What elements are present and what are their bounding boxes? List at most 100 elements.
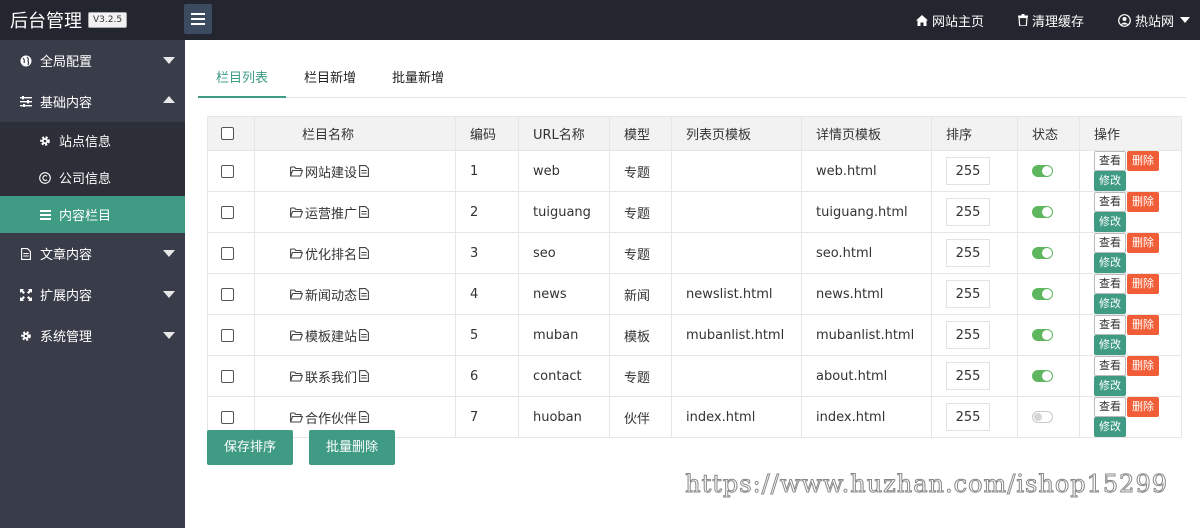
sort-input[interactable] [946,403,990,431]
sidebar-item-article-content[interactable]: 文章内容 [0,233,185,274]
code-cell: 3 [455,232,519,274]
status-toggle[interactable] [1032,370,1053,382]
status-toggle[interactable] [1032,329,1053,341]
edit-button[interactable]: 修改 [1094,417,1126,437]
status-cell [1017,191,1080,233]
row-checkbox-cell [207,273,255,315]
tab-column-list[interactable]: 栏目列表 [198,62,287,98]
status-toggle[interactable] [1032,206,1053,218]
edit-button[interactable]: 修改 [1094,335,1126,355]
edit-button[interactable]: 修改 [1094,212,1126,232]
table-row: 联系我们 6contact专题 about.html 查看删除修改 [207,355,1182,397]
sidebar-item-global-config[interactable]: 全局配置 [0,40,185,81]
clear-cache-link[interactable]: 清理缓存 [1017,11,1084,30]
edit-button[interactable]: 修改 [1094,376,1126,396]
sidebar-item-company-info[interactable]: 公司信息 [0,159,185,196]
view-button[interactable]: 查看 [1094,356,1126,376]
sidebar-item-label: 文章内容 [40,248,93,263]
folder-icon [290,329,303,341]
folder-icon [290,288,303,300]
detail-template-cell: index.html [801,396,932,438]
globe-icon [18,55,34,67]
hamburger-icon [191,13,205,25]
row-checkbox[interactable] [221,369,234,383]
row-checkbox[interactable] [221,328,234,342]
status-toggle[interactable] [1032,288,1053,300]
header-sort: 排序 [931,116,1018,151]
select-all-checkbox[interactable] [221,127,234,140]
edit-button[interactable]: 修改 [1094,294,1126,314]
copyright-icon [38,171,52,184]
detail-template-cell: mubanlist.html [801,314,932,356]
sort-input[interactable] [946,280,990,308]
row-checkbox[interactable] [221,287,234,301]
row-checkbox[interactable] [221,164,234,178]
delete-button[interactable]: 删除 [1127,315,1159,335]
row-checkbox[interactable] [221,410,234,424]
status-cell [1017,355,1080,397]
chevron-up-icon [163,96,175,103]
view-button[interactable]: 查看 [1094,192,1126,212]
model-cell: 专题 [609,191,672,233]
edit-button[interactable]: 修改 [1094,253,1126,273]
column-name: 新闻动态 [305,288,358,304]
row-checkbox[interactable] [221,246,234,260]
column-name-cell: 新闻动态 [254,273,456,315]
row-checkbox[interactable] [221,205,234,219]
view-button[interactable]: 查看 [1094,151,1126,171]
document-icon [359,247,369,259]
url-name-cell: tuiguang [518,191,610,233]
batch-delete-button[interactable]: 批量删除 [309,430,396,465]
sliders-icon [18,96,34,107]
list-template-cell: newslist.html [671,273,802,315]
list-template-cell [671,150,802,192]
tab-batch-add[interactable]: 批量新增 [374,62,462,98]
view-button[interactable]: 查看 [1094,233,1126,253]
column-name: 网站建设 [305,165,358,181]
delete-button[interactable]: 删除 [1127,151,1159,171]
version-badge: V3.2.5 [88,12,128,28]
sort-cell [931,150,1018,192]
home-link[interactable]: 网站主页 [915,11,984,30]
table-row: 优化排名 3seo专题 seo.html 查看删除修改 [207,232,1182,274]
save-sort-button[interactable]: 保存排序 [207,430,294,465]
sidebar-item-label: 全局配置 [40,55,93,70]
row-checkbox-cell [207,232,255,274]
sidebar-item-basic-content[interactable]: 基础内容 [0,81,185,122]
watermark-text: https://www.huzhan.com/ishop15299 [685,470,1168,499]
sort-input[interactable] [946,321,990,349]
sidebar-item-system-management[interactable]: 系统管理 [0,315,185,356]
sort-input[interactable] [946,198,990,226]
edit-button[interactable]: 修改 [1094,171,1126,191]
view-button[interactable]: 查看 [1094,397,1126,417]
status-cell [1017,232,1080,274]
model-cell: 专题 [609,355,672,397]
tab-bar: 栏目列表 栏目新增 批量新增 [198,62,1186,98]
delete-button[interactable]: 删除 [1127,274,1159,294]
folder-icon [290,411,303,423]
url-name-cell: muban [518,314,610,356]
sidebar-item-site-info[interactable]: 站点信息 [0,122,185,159]
status-toggle[interactable] [1032,247,1053,259]
sidebar-item-content-columns[interactable]: 内容栏目 [0,196,185,233]
view-button[interactable]: 查看 [1094,315,1126,335]
status-toggle[interactable] [1032,411,1053,423]
menu-toggle-button[interactable] [184,4,212,34]
status-toggle[interactable] [1032,165,1053,177]
delete-button[interactable]: 删除 [1127,192,1159,212]
sort-input[interactable] [946,362,990,390]
column-name: 合作伙伴 [305,411,358,427]
tab-column-add[interactable]: 栏目新增 [286,62,374,98]
document-icon [359,165,369,177]
model-cell: 新闻 [609,273,672,315]
sidebar-item-extended-content[interactable]: 扩展内容 [0,274,185,315]
user-menu[interactable]: 热站网 [1118,11,1190,30]
delete-button[interactable]: 删除 [1127,356,1159,376]
url-name-cell: seo [518,232,610,274]
sidebar-item-label: 基础内容 [40,96,93,111]
view-button[interactable]: 查看 [1094,274,1126,294]
delete-button[interactable]: 删除 [1127,233,1159,253]
delete-button[interactable]: 删除 [1127,397,1159,417]
sort-input[interactable] [946,239,990,267]
sort-input[interactable] [946,157,990,185]
